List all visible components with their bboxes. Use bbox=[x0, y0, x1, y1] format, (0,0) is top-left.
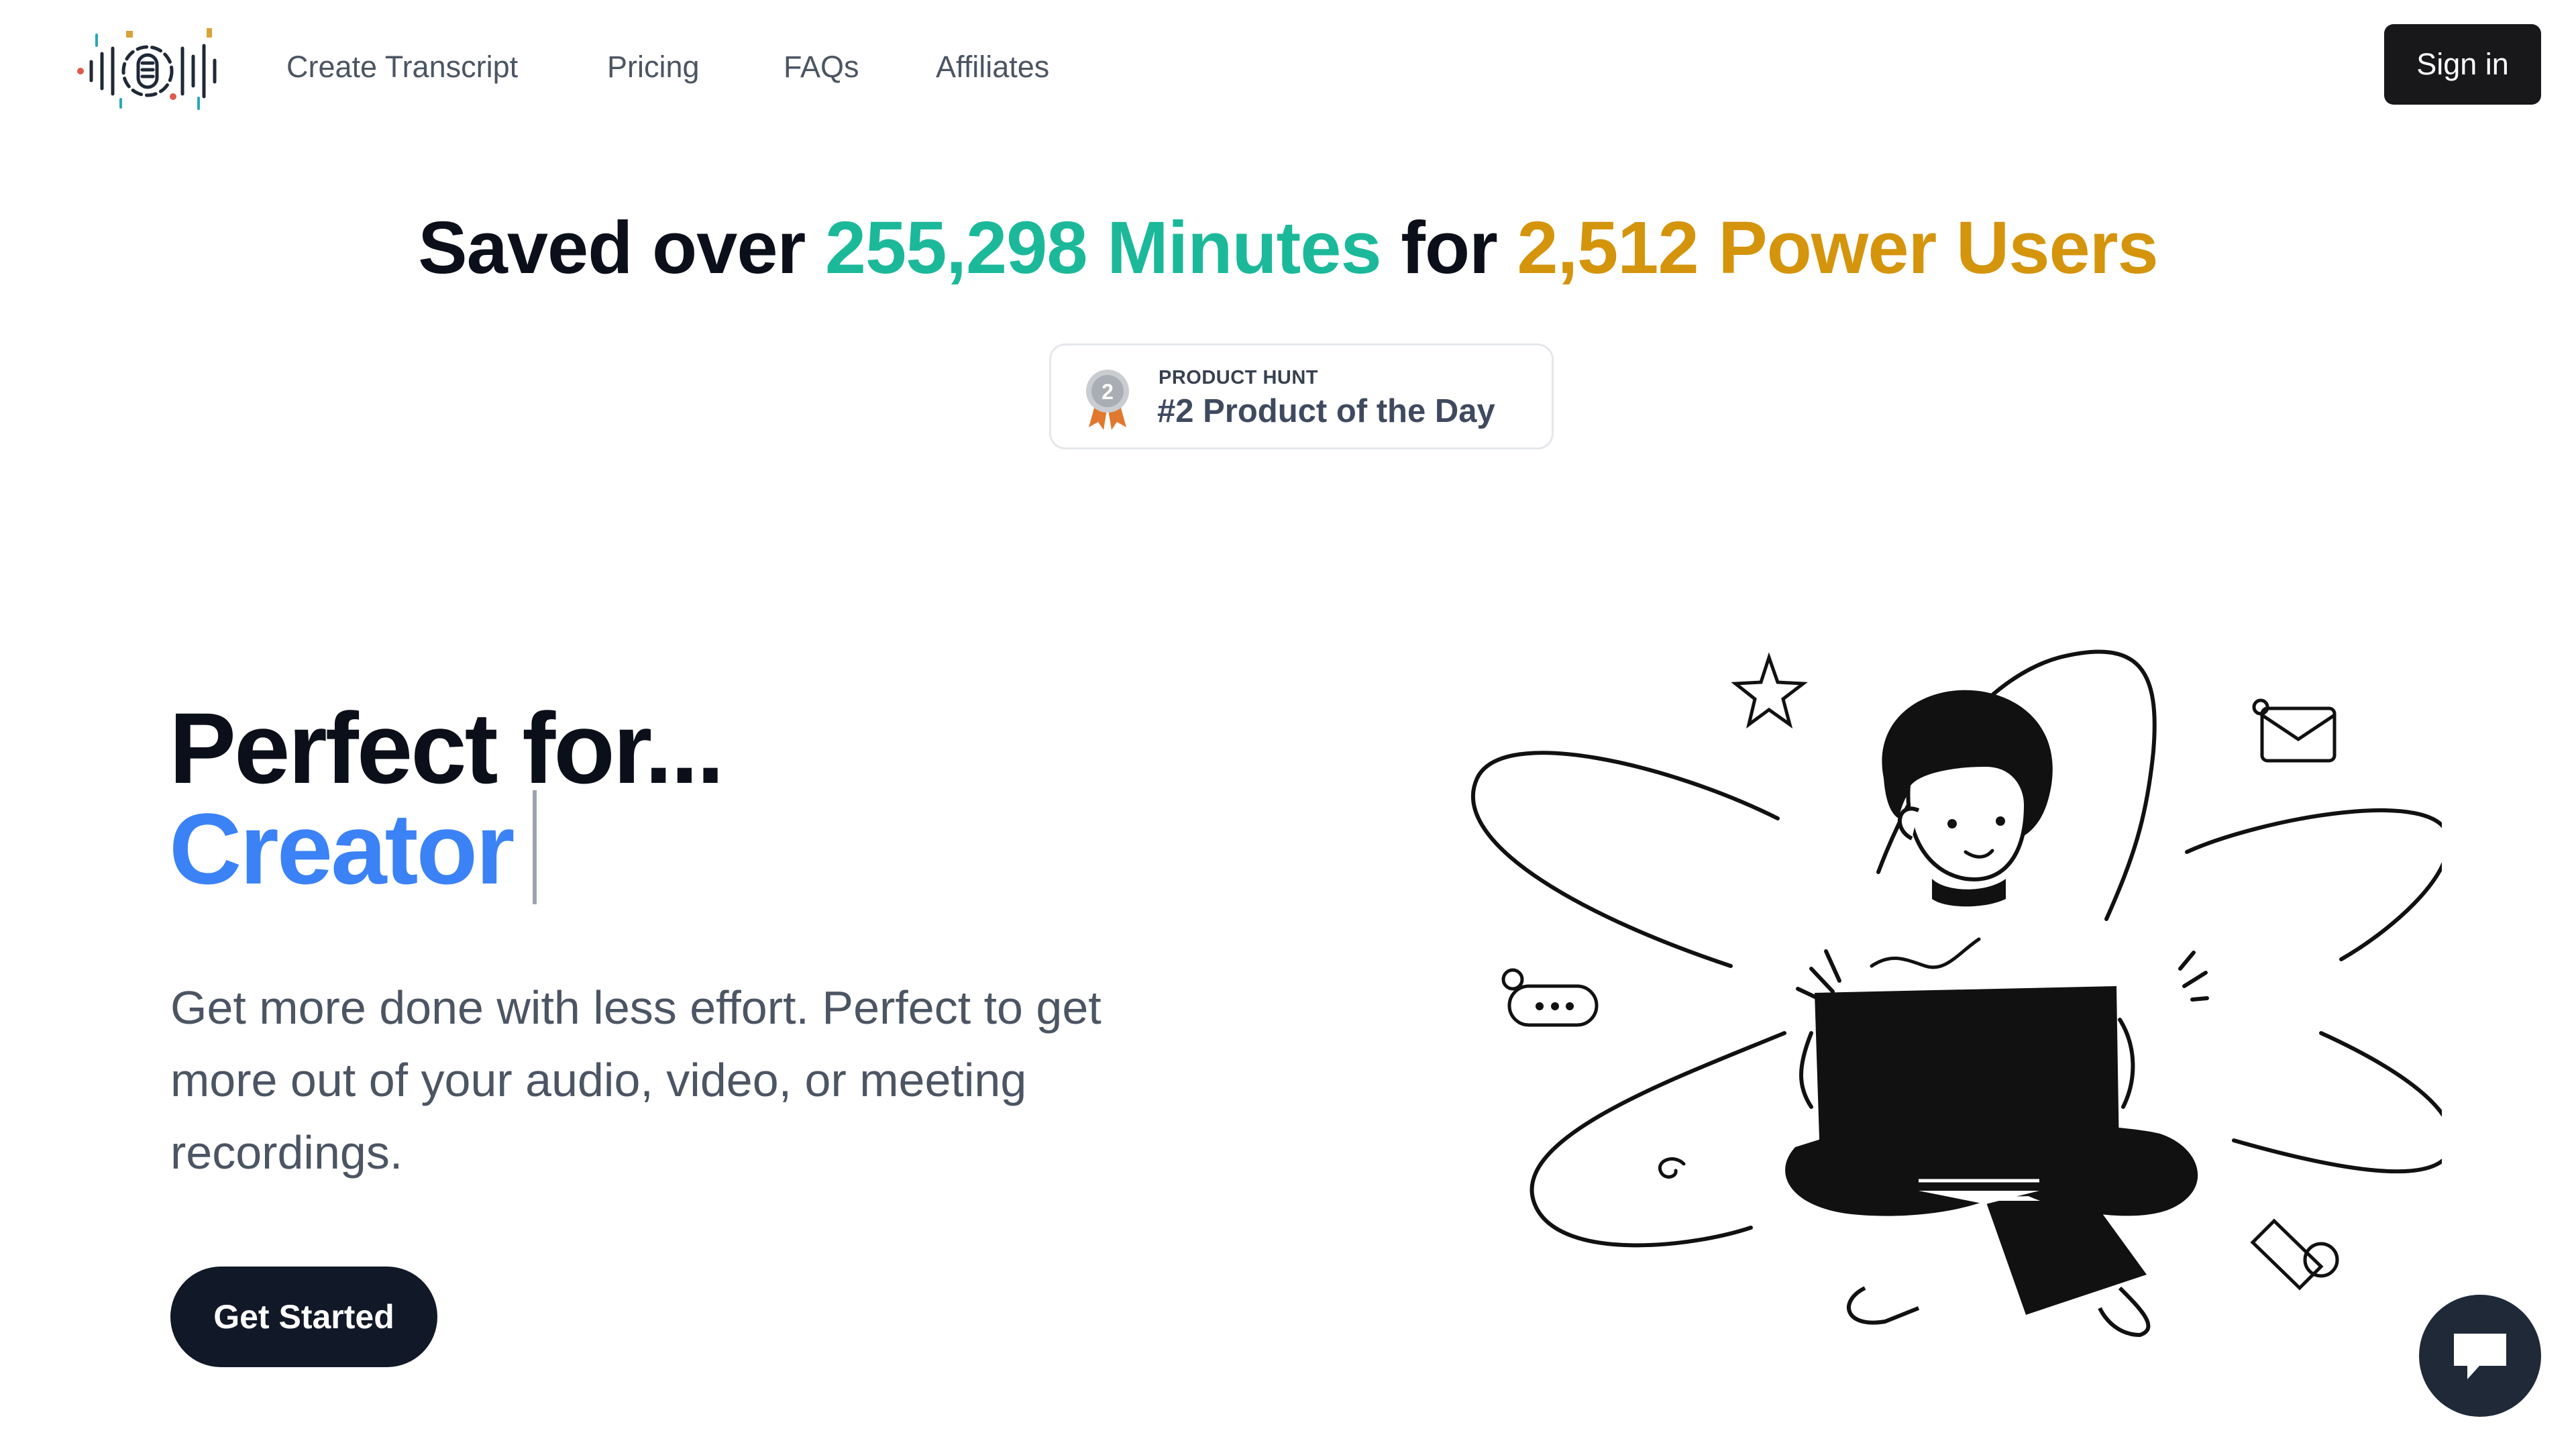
badge-text: #2 Product of the Day bbox=[1157, 393, 1495, 429]
chat-widget-button[interactable] bbox=[2419, 1295, 2541, 1417]
chat-bubble-icon bbox=[2454, 1334, 2506, 1379]
stats-minutes-label: Minutes bbox=[1107, 207, 1382, 289]
stats-prefix: Saved over bbox=[418, 207, 806, 289]
nav-faqs[interactable]: FAQs bbox=[784, 50, 859, 85]
stats-minutes-value: 255,298 bbox=[824, 207, 1088, 289]
product-hunt-badge[interactable]: 2 PRODUCT HUNT #2 Product of the Day bbox=[1049, 343, 1554, 449]
person-laptop-illustration bbox=[1471, 649, 2442, 1338]
nav-affiliates[interactable]: Affiliates bbox=[936, 50, 1049, 85]
logo-icon[interactable] bbox=[72, 21, 227, 115]
stats-users-label: Power Users bbox=[1718, 207, 2158, 289]
typing-cursor bbox=[533, 790, 537, 904]
hero-role: Creator bbox=[169, 792, 515, 905]
page: Create Transcript Pricing FAQs Affiliate… bbox=[0, 0, 2576, 1449]
get-started-button[interactable]: Get Started bbox=[170, 1267, 437, 1367]
nav-pricing[interactable]: Pricing bbox=[607, 50, 700, 85]
medal-icon: 2 bbox=[1086, 370, 1129, 430]
hero-title: Perfect for... bbox=[169, 692, 724, 804]
header: Create Transcript Pricing FAQs Affiliate… bbox=[0, 0, 2576, 131]
nav-create-transcript[interactable]: Create Transcript bbox=[286, 50, 518, 85]
sign-in-button[interactable]: Sign in bbox=[2384, 24, 2541, 105]
stats-users-value: 2,512 bbox=[1517, 207, 1699, 289]
stats-headline: Saved over 255,298 Minutes for 2,512 Pow… bbox=[0, 201, 2576, 295]
medal-rank: 2 bbox=[1102, 380, 1114, 404]
hero-description: Get more done with less effort. Perfect … bbox=[170, 981, 1102, 1179]
stats-middle: for bbox=[1401, 207, 1498, 289]
badge-source: PRODUCT HUNT bbox=[1159, 367, 1318, 388]
